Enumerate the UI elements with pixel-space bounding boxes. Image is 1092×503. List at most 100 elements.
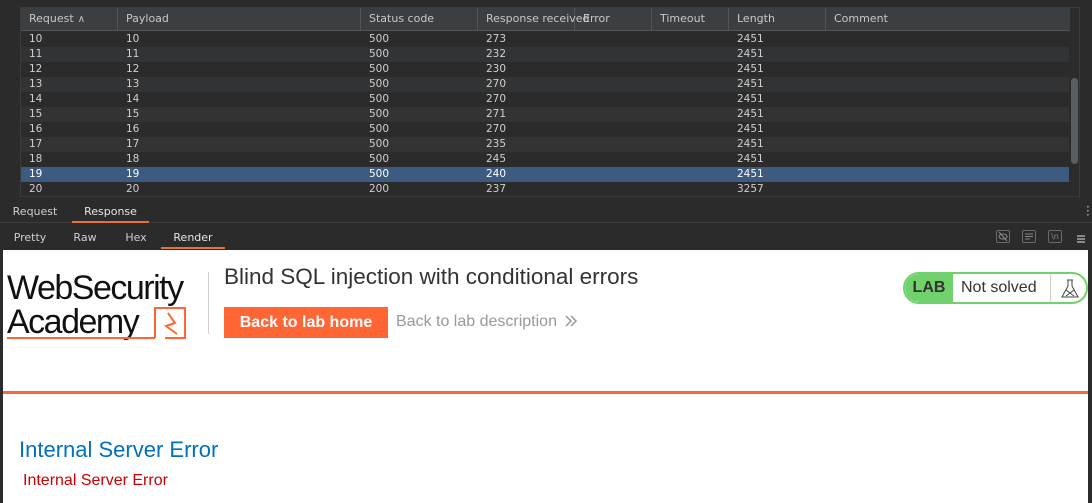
tab-label: Request: [12, 205, 58, 218]
table-cell-status: 500: [369, 168, 390, 180]
back-to-lab-description-link[interactable]: Back to lab description: [396, 313, 557, 331]
wrap-lines-icon[interactable]: [1022, 230, 1036, 243]
table-cell-received: 271: [486, 108, 507, 120]
column-header-error[interactable]: Error: [575, 8, 652, 31]
table-cell-comment: [826, 122, 834, 137]
table-cell-length: 2451: [737, 93, 764, 105]
table-cell-request: 18: [29, 153, 43, 165]
table-cell-timeout: [652, 107, 660, 122]
table-cell-received: 240: [486, 168, 507, 180]
back-to-lab-home-button[interactable]: Back to lab home: [224, 307, 388, 338]
table-row[interactable]: 19 19 500 240 2451: [21, 167, 1070, 182]
rendered-response: WebSecurity Academy Blind SQL injection …: [3, 250, 1088, 503]
table-cell-length: 2451: [737, 48, 764, 60]
table-row[interactable]: 15 15 500 271 2451: [21, 107, 1070, 122]
column-header-label: Request: [29, 12, 74, 25]
table-cell-received: 237: [486, 183, 507, 195]
column-header-label: Comment: [834, 12, 888, 25]
column-header-label: Error: [583, 12, 610, 25]
error-message: Internal Server Error: [23, 472, 168, 489]
table-cell-payload: 19: [126, 168, 140, 180]
tab-label: Response: [84, 205, 137, 218]
column-header-response-received[interactable]: Response received: [478, 8, 590, 31]
table-cell-timeout: [652, 137, 660, 152]
column-header-label: Length: [737, 12, 775, 25]
table-cell-received: 273: [486, 33, 507, 45]
table-cell-payload: 15: [126, 108, 140, 120]
table-cell-status: 500: [369, 48, 390, 60]
table-row[interactable]: 12 12 500 230 2451: [21, 62, 1070, 77]
vertical-scrollbar[interactable]: [1069, 32, 1079, 196]
table-row[interactable]: 17 17 500 235 2451: [21, 137, 1070, 152]
table-row[interactable]: 14 14 500 270 2451: [21, 92, 1070, 107]
column-header-status-code[interactable]: Status code: [361, 8, 478, 31]
web-security-academy-logo[interactable]: WebSecurity Academy: [5, 268, 210, 344]
flask-icon-box: [1050, 274, 1086, 302]
table-cell-received: 245: [486, 153, 507, 165]
tab-pretty[interactable]: Pretty: [6, 227, 54, 249]
table-cell-timeout: [652, 167, 660, 182]
table-cell-payload: 18: [126, 153, 140, 165]
tab-request[interactable]: Request: [6, 201, 64, 223]
table-cell-comment: [826, 137, 834, 152]
table-cell-request: 13: [29, 78, 43, 90]
lab-title: Blind SQL injection with conditional err…: [224, 264, 639, 289]
table-cell-received: 230: [486, 63, 507, 75]
table-cell-length: 2451: [737, 138, 764, 150]
tab-label: Pretty: [13, 231, 47, 244]
column-header-label: Timeout: [660, 12, 705, 25]
table-body: 10 10 500 273 2451 11 11 500 232 2451 12 12 500 230 24…: [21, 32, 1070, 196]
table-cell-length: 2451: [737, 33, 764, 45]
table-cell-status: 200: [369, 183, 390, 195]
table-cell-error: [575, 77, 583, 92]
scrollbar-thumb[interactable]: [1071, 78, 1078, 164]
table-cell-comment: [826, 47, 834, 62]
message-tabs: Request Response · · ·: [0, 201, 1092, 223]
menu-icon[interactable]: [1076, 230, 1086, 243]
column-header-timeout[interactable]: Timeout: [652, 8, 729, 31]
table-cell-status: 500: [369, 63, 390, 75]
more-options-icon[interactable]: · · ·: [1086, 201, 1090, 221]
column-header-comment[interactable]: Comment: [826, 8, 1070, 31]
table-cell-error: [575, 152, 583, 167]
table-cell-payload: 14: [126, 93, 140, 105]
table-cell-request: 10: [29, 33, 43, 45]
table-cell-comment: [826, 77, 834, 92]
table-row[interactable]: 18 18 500 245 2451: [21, 152, 1070, 167]
table-cell-request: 20: [29, 183, 43, 195]
view-tabs: Pretty Raw Hex Render \n: [0, 227, 1092, 249]
flask-icon: [1061, 279, 1079, 298]
tab-hex[interactable]: Hex: [116, 227, 156, 249]
table-row[interactable]: 10 10 500 273 2451: [21, 32, 1070, 47]
tab-label: Raw: [73, 231, 97, 244]
table-cell-payload: 13: [126, 78, 140, 90]
table-cell-length: 3257: [737, 183, 764, 195]
table-cell-error: [575, 167, 583, 182]
table-cell-timeout: [652, 122, 660, 137]
table-row[interactable]: 20 20 200 237 3257: [21, 182, 1070, 196]
table-cell-length: 2451: [737, 123, 764, 135]
hide-eye-icon[interactable]: [996, 230, 1010, 243]
table-cell-length: 2451: [737, 153, 764, 165]
column-header-label: Status code: [369, 12, 435, 25]
column-header-label: Payload: [126, 12, 169, 25]
logo-divider: [208, 272, 209, 334]
table-row[interactable]: 16 16 500 270 2451: [21, 122, 1070, 137]
table-cell-comment: [826, 182, 834, 196]
tab-response[interactable]: Response: [72, 201, 149, 223]
table-cell-length: 2451: [737, 78, 764, 90]
column-header-payload[interactable]: Payload: [118, 8, 361, 31]
table-row[interactable]: 11 11 500 232 2451: [21, 47, 1070, 62]
tab-raw[interactable]: Raw: [64, 227, 106, 249]
results-table[interactable]: Request ∧ Payload Status code Response re…: [20, 7, 1080, 197]
table-cell-received: 235: [486, 138, 507, 150]
table-cell-comment: [826, 32, 834, 47]
table-cell-comment: [826, 107, 834, 122]
newline-icon[interactable]: \n: [1048, 230, 1062, 243]
tab-render[interactable]: Render: [161, 227, 225, 249]
column-header-request[interactable]: Request ∧: [21, 8, 118, 31]
table-cell-comment: [826, 62, 834, 77]
table-row[interactable]: 13 13 500 270 2451: [21, 77, 1070, 92]
table-cell-status: 500: [369, 123, 390, 135]
column-header-length[interactable]: Length: [729, 8, 826, 31]
